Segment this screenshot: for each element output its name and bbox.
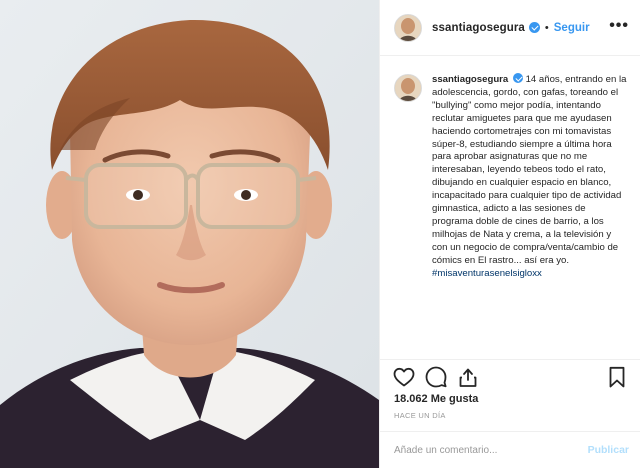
caption-hashtag[interactable]: #misaventurasenelsigloxx: [432, 268, 542, 279]
publish-button[interactable]: Publicar: [588, 444, 629, 456]
verified-badge-icon: [512, 73, 523, 83]
follow-button[interactable]: Seguir: [554, 22, 590, 34]
post-header: ssantiagosegura • Seguir •••: [380, 0, 640, 56]
post-timestamp[interactable]: HACE UN DÍA: [394, 411, 446, 420]
post-photo[interactable]: [0, 0, 379, 468]
author-username[interactable]: ssantiagosegura: [432, 22, 525, 34]
bookmark-icon[interactable]: [605, 365, 629, 389]
avatar-image: [395, 75, 421, 101]
more-options-icon[interactable]: •••: [609, 18, 629, 34]
comment-icon[interactable]: [424, 365, 448, 389]
add-comment-bar: Publicar: [380, 431, 640, 468]
portrait-image: [0, 0, 379, 468]
likes-count[interactable]: 18.062 Me gusta: [394, 393, 478, 405]
post-side-panel: ssantiagosegura • Seguir ••• ssantiagose…: [379, 0, 640, 468]
caption-text: ssantiagosegura 14 años, entrando en la …: [432, 73, 629, 281]
comments-section[interactable]: ssantiagosegura 14 años, entrando en la …: [380, 57, 640, 358]
verified-badge-icon: [528, 22, 540, 33]
share-icon[interactable]: [456, 365, 480, 389]
avatar-image: [395, 14, 421, 41]
caption-body: 14 años, entrando en la adolescencia, go…: [432, 74, 627, 266]
author-avatar[interactable]: [394, 13, 422, 42]
heart-icon[interactable]: [392, 365, 416, 389]
separator-dot: •: [544, 21, 549, 34]
comment-input[interactable]: [394, 444, 588, 456]
caption-author-avatar[interactable]: [394, 74, 422, 102]
caption-row: ssantiagosegura 14 años, entrando en la …: [394, 73, 629, 281]
action-bar: [380, 359, 640, 391]
caption-username[interactable]: ssantiagosegura: [432, 74, 508, 85]
